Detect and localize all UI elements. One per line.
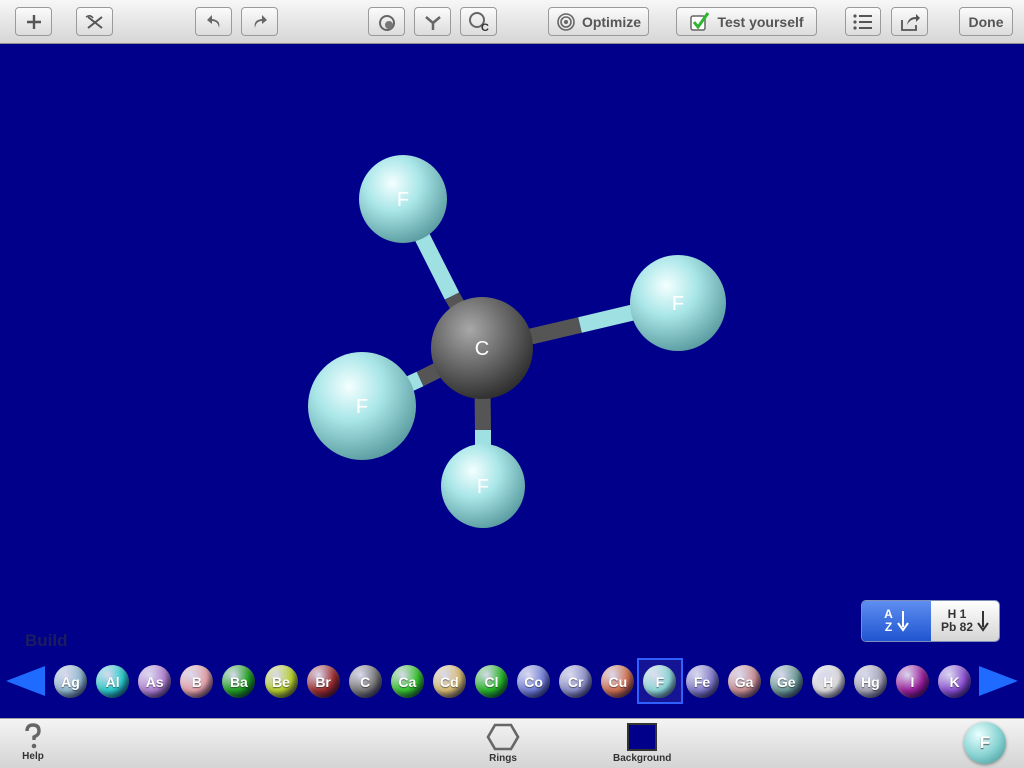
done-label: Done	[968, 13, 1004, 30]
build-mode-label: Build	[25, 631, 68, 650]
bond-button[interactable]	[414, 7, 451, 36]
element-hg[interactable]: Hg	[853, 665, 887, 698]
top-toolbar: C Optimize Test yourself Done	[0, 0, 1024, 44]
target-icon	[557, 12, 575, 31]
element-br[interactable]: Br	[306, 665, 340, 698]
current-element-indicator[interactable]: F	[964, 722, 1006, 764]
background-button[interactable]: Background	[613, 723, 671, 764]
element-as[interactable]: As	[138, 665, 172, 698]
arrow-down-icon	[897, 611, 909, 632]
element-i[interactable]: I	[896, 665, 929, 698]
done-button[interactable]: Done	[959, 7, 1013, 36]
atom-icon	[378, 14, 395, 31]
scroll-right-arrow-icon[interactable]	[978, 664, 1020, 698]
rings-button[interactable]: Rings	[486, 723, 520, 764]
element-strip: Ag Al As B Ba Be Br C Ca Cd Cl Co Cr Cu F Fe Ga Ge H Hg I K	[0, 657, 1024, 705]
plus-icon	[26, 14, 41, 29]
question-mark-icon	[25, 723, 41, 749]
redo-icon	[254, 14, 267, 28]
atom-label: F	[477, 476, 489, 498]
element-be[interactable]: Be	[264, 665, 298, 698]
share-button[interactable]	[891, 7, 928, 36]
optimize-label: Optimize	[581, 13, 642, 30]
delete-button[interactable]	[76, 7, 113, 36]
hexagon-icon	[486, 723, 520, 751]
background-label: Background	[613, 753, 672, 764]
element-ge[interactable]: Ge	[769, 665, 803, 698]
scroll-left-arrow-icon[interactable]	[4, 664, 46, 698]
test-yourself-label: Test yourself	[717, 13, 804, 30]
element-cr[interactable]: Cr	[559, 665, 593, 698]
atom-label: F	[397, 189, 409, 211]
element-cu[interactable]: Cu	[601, 665, 635, 698]
scissors-x-icon	[85, 14, 103, 29]
element-fe[interactable]: Fe	[685, 665, 719, 698]
element-ca[interactable]: Ca	[390, 665, 424, 698]
element-ga[interactable]: Ga	[727, 665, 761, 698]
optimize-button[interactable]: Optimize	[548, 7, 649, 36]
element-ba[interactable]: Ba	[222, 665, 256, 698]
element-al[interactable]: Al	[96, 665, 130, 698]
share-icon	[900, 13, 920, 31]
sort-hpb-bottom: Pb 82	[940, 620, 973, 634]
atom-fluorine-left[interactable]: F	[308, 352, 416, 460]
help-button[interactable]: Help	[22, 723, 44, 762]
atom-label: C	[475, 338, 489, 360]
element-cl[interactable]: Cl	[475, 665, 508, 698]
list-button[interactable]	[845, 7, 881, 36]
atom-fluorine-upper-left[interactable]: F	[359, 155, 447, 243]
background-color-swatch	[627, 723, 658, 751]
add-button[interactable]	[15, 7, 52, 36]
help-label: Help	[22, 751, 44, 762]
sort-atomic-number-button[interactable]: H 1 Pb 82	[931, 601, 999, 641]
add-atom-button[interactable]	[368, 7, 405, 36]
atom-carbon-center[interactable]: C	[431, 297, 533, 399]
redo-button[interactable]	[241, 7, 278, 36]
atom-label: F	[356, 396, 368, 418]
atom-label: F	[672, 293, 684, 315]
element-c[interactable]: C	[348, 665, 382, 698]
bottom-bar: Help Rings Background F	[0, 718, 1024, 768]
atom-fluorine-bottom[interactable]: F	[441, 444, 525, 528]
arrow-down-icon	[977, 611, 989, 632]
carbon-atom-button[interactable]: C	[460, 7, 497, 36]
list-icon	[853, 13, 872, 30]
element-ag[interactable]: Ag	[54, 665, 87, 698]
checkbox-checked-icon	[690, 11, 710, 31]
element-co[interactable]: Co	[517, 665, 551, 698]
sort-az-bottom: Z	[884, 620, 893, 634]
element-b[interactable]: B	[180, 665, 214, 698]
element-k[interactable]: K	[938, 665, 972, 698]
carbon-atom-icon: C	[468, 11, 489, 34]
element-h[interactable]: H	[811, 665, 845, 698]
element-sort-toggle[interactable]: A Z H 1 Pb 82	[861, 600, 1000, 642]
test-yourself-button[interactable]: Test yourself	[676, 7, 817, 36]
bond-icon	[424, 15, 441, 30]
sort-alphabetical-button[interactable]: A Z	[862, 601, 931, 641]
undo-button[interactable]	[195, 7, 232, 36]
atom-fluorine-right[interactable]: F	[630, 255, 726, 351]
svg-text:C: C	[481, 22, 489, 34]
element-cd[interactable]: Cd	[432, 665, 466, 698]
undo-icon	[206, 14, 219, 28]
rings-label: Rings	[489, 753, 517, 764]
